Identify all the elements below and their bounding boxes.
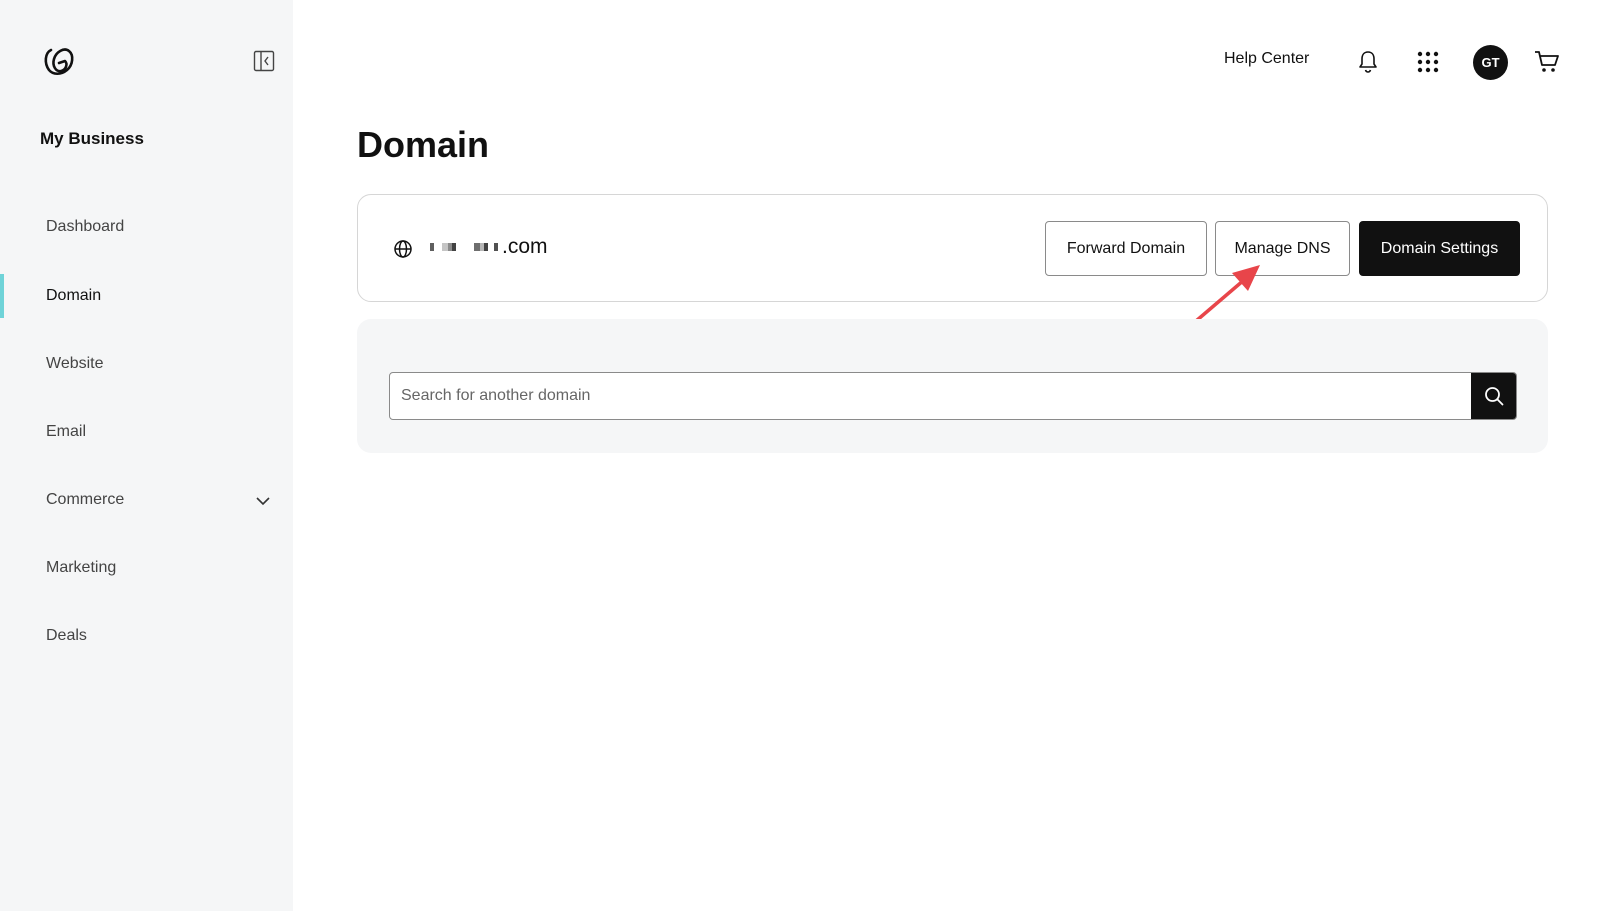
chevron-down-icon[interactable] — [254, 492, 272, 510]
search-button[interactable] — [1471, 373, 1516, 419]
collapse-sidebar-icon[interactable] — [253, 50, 275, 72]
sidebar-item-label: Commerce — [46, 491, 125, 508]
sidebar-item-marketing[interactable]: Marketing — [0, 546, 293, 590]
sidebar: My Business Dashboard Domain Website Ema… — [0, 0, 293, 911]
sidebar-item-label: Domain — [46, 287, 102, 304]
sidebar-item-domain[interactable]: Domain — [0, 274, 293, 318]
bell-icon[interactable] — [1357, 50, 1379, 74]
search-icon — [1484, 387, 1503, 406]
domain-card: .com Forward Domain Manage DNS Domain Se… — [357, 194, 1548, 302]
help-center-link[interactable]: Help Center — [1224, 50, 1309, 68]
sidebar-item-commerce[interactable]: Commerce — [0, 478, 293, 522]
apps-grid-icon[interactable] — [1417, 51, 1439, 73]
globe-icon — [394, 240, 412, 258]
sidebar-item-label: Dashboard — [46, 218, 125, 235]
brand-title: My Business — [40, 129, 144, 148]
godaddy-logo-icon[interactable] — [42, 44, 76, 78]
redacted-domain-text — [430, 243, 500, 251]
avatar[interactable]: GT — [1473, 45, 1508, 80]
sidebar-item-label: Email — [46, 423, 87, 440]
domain-search-input[interactable] — [390, 373, 1472, 419]
domain-search-panel — [357, 319, 1548, 453]
domain-suffix: .com — [502, 235, 548, 258]
search-box — [389, 372, 1517, 420]
sidebar-item-deals[interactable]: Deals — [0, 614, 293, 658]
sidebar-item-dashboard[interactable]: Dashboard — [0, 205, 293, 249]
sidebar-item-label: Deals — [46, 627, 87, 644]
sidebar-item-website[interactable]: Website — [0, 342, 293, 386]
domain-settings-button[interactable]: Domain Settings — [1359, 221, 1520, 276]
cart-icon[interactable] — [1534, 50, 1560, 74]
page-title: Domain — [357, 124, 490, 165]
sidebar-item-label: Website — [46, 355, 104, 372]
domain-name[interactable]: .com — [430, 235, 548, 259]
sidebar-item-email[interactable]: Email — [0, 410, 293, 454]
sidebar-item-label: Marketing — [46, 559, 117, 576]
